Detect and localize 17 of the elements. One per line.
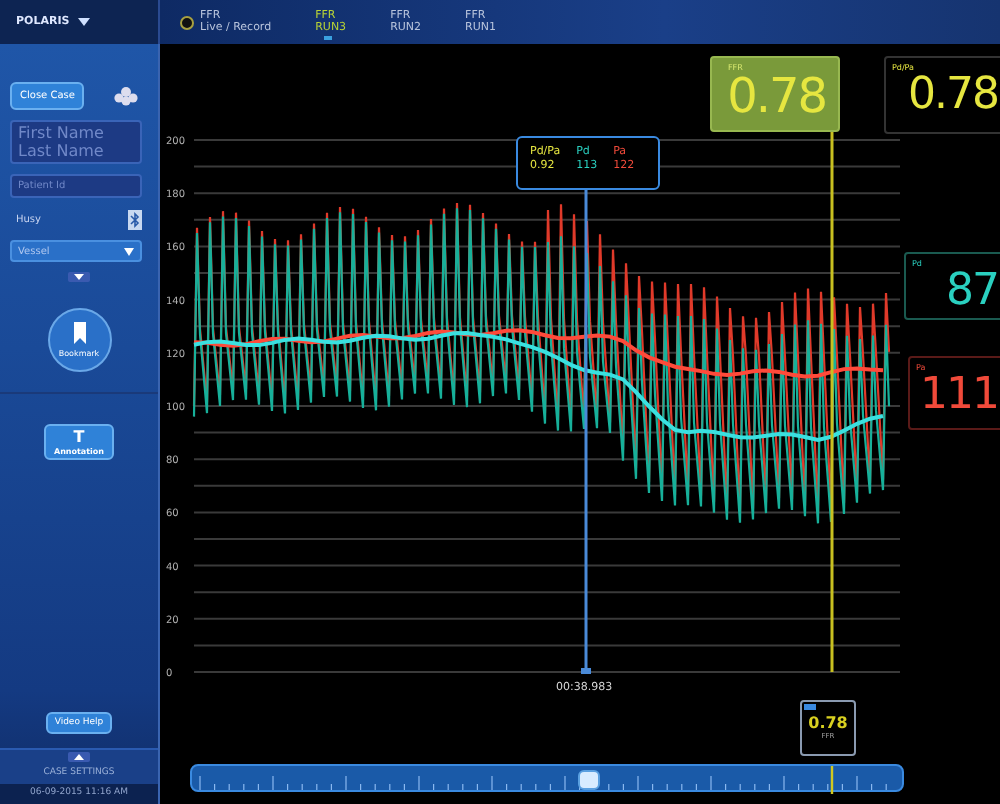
readout-value: 87 — [944, 268, 1000, 316]
scrubber-handle[interactable] — [578, 770, 600, 790]
expand-toggle[interactable] — [68, 752, 90, 762]
caret-icon — [77, 18, 90, 26]
readout-value: 0.78 — [908, 72, 1000, 120]
collapse-toggle[interactable] — [68, 272, 90, 282]
timeline-scrubber[interactable] — [190, 764, 904, 792]
readout-value: 111 — [918, 372, 1000, 420]
group-icon — [114, 86, 138, 106]
bookmark-icon — [71, 322, 87, 344]
cursor-line[interactable] — [581, 190, 591, 674]
marker-value: 0.78 — [808, 714, 848, 732]
readout-value: 0.78 — [725, 72, 828, 120]
record-icon — [180, 15, 194, 29]
name-field[interactable]: First Name Last Name — [10, 120, 142, 164]
bluetooth-icon — [128, 210, 142, 230]
caret-icon — [124, 247, 134, 255]
